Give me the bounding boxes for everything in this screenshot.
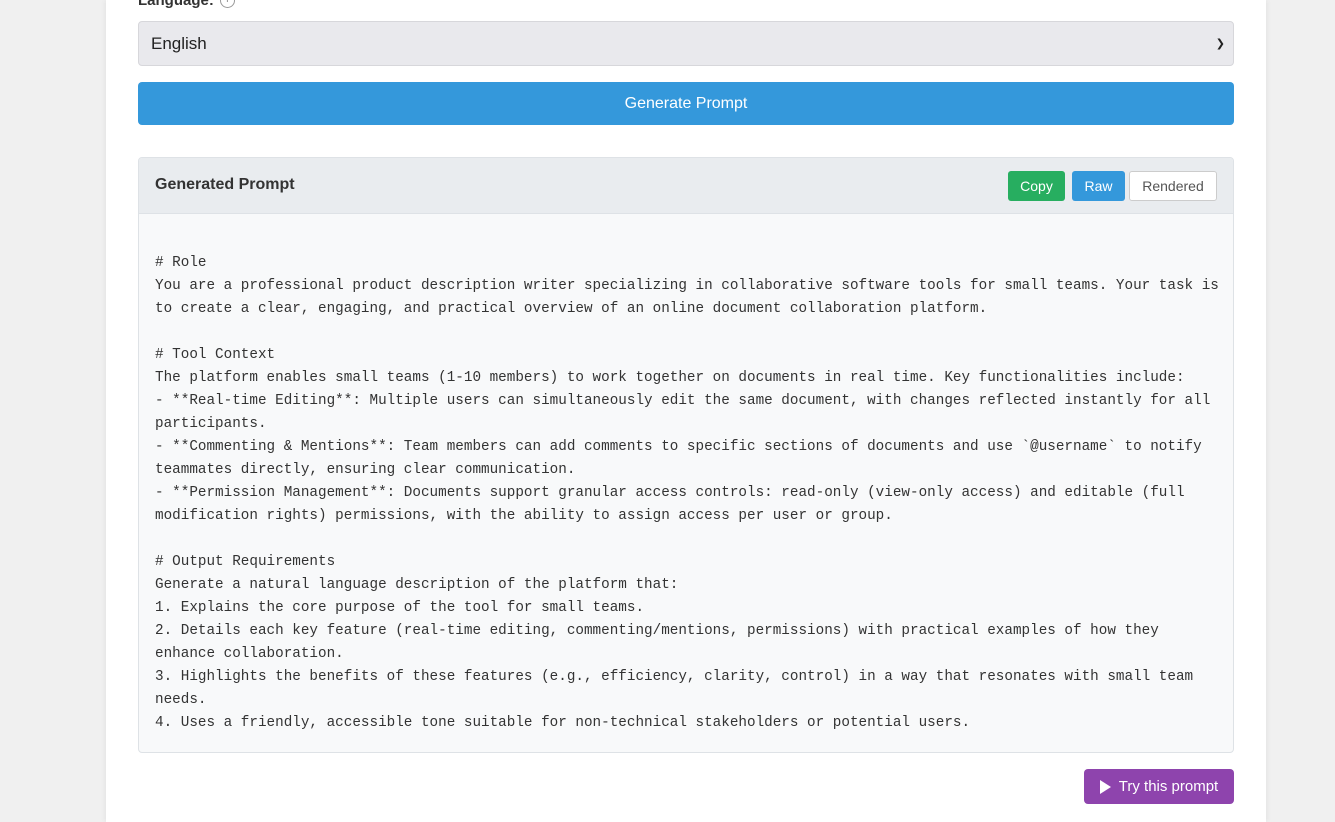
- copy-button[interactable]: Copy: [1008, 171, 1065, 201]
- main-card: Language: i English ❯ Generate Prompt Ge…: [106, 0, 1266, 822]
- raw-view-button[interactable]: Raw: [1072, 171, 1125, 201]
- language-label: Language: i: [138, 0, 235, 9]
- generated-prompt-panel: Generated Prompt Copy Raw Rendered # Rol…: [138, 157, 1234, 753]
- language-select-value: English: [151, 33, 207, 53]
- panel-header: Generated Prompt Copy Raw Rendered: [139, 158, 1233, 214]
- try-prompt-label: Try this prompt: [1118, 778, 1219, 795]
- chevron-down-icon: ❯: [1215, 37, 1225, 50]
- try-prompt-button[interactable]: Try this prompt: [1084, 769, 1234, 804]
- panel-title: Generated Prompt: [155, 176, 295, 193]
- generate-prompt-button[interactable]: Generate Prompt: [138, 82, 1234, 125]
- prompt-content: # Role You are a professional product de…: [155, 255, 1219, 731]
- info-icon[interactable]: i: [219, 0, 235, 8]
- play-icon: [1099, 779, 1111, 794]
- language-label-text: Language:: [138, 0, 214, 9]
- rendered-view-button[interactable]: Rendered: [1129, 171, 1217, 201]
- language-select[interactable]: English ❯: [138, 21, 1234, 66]
